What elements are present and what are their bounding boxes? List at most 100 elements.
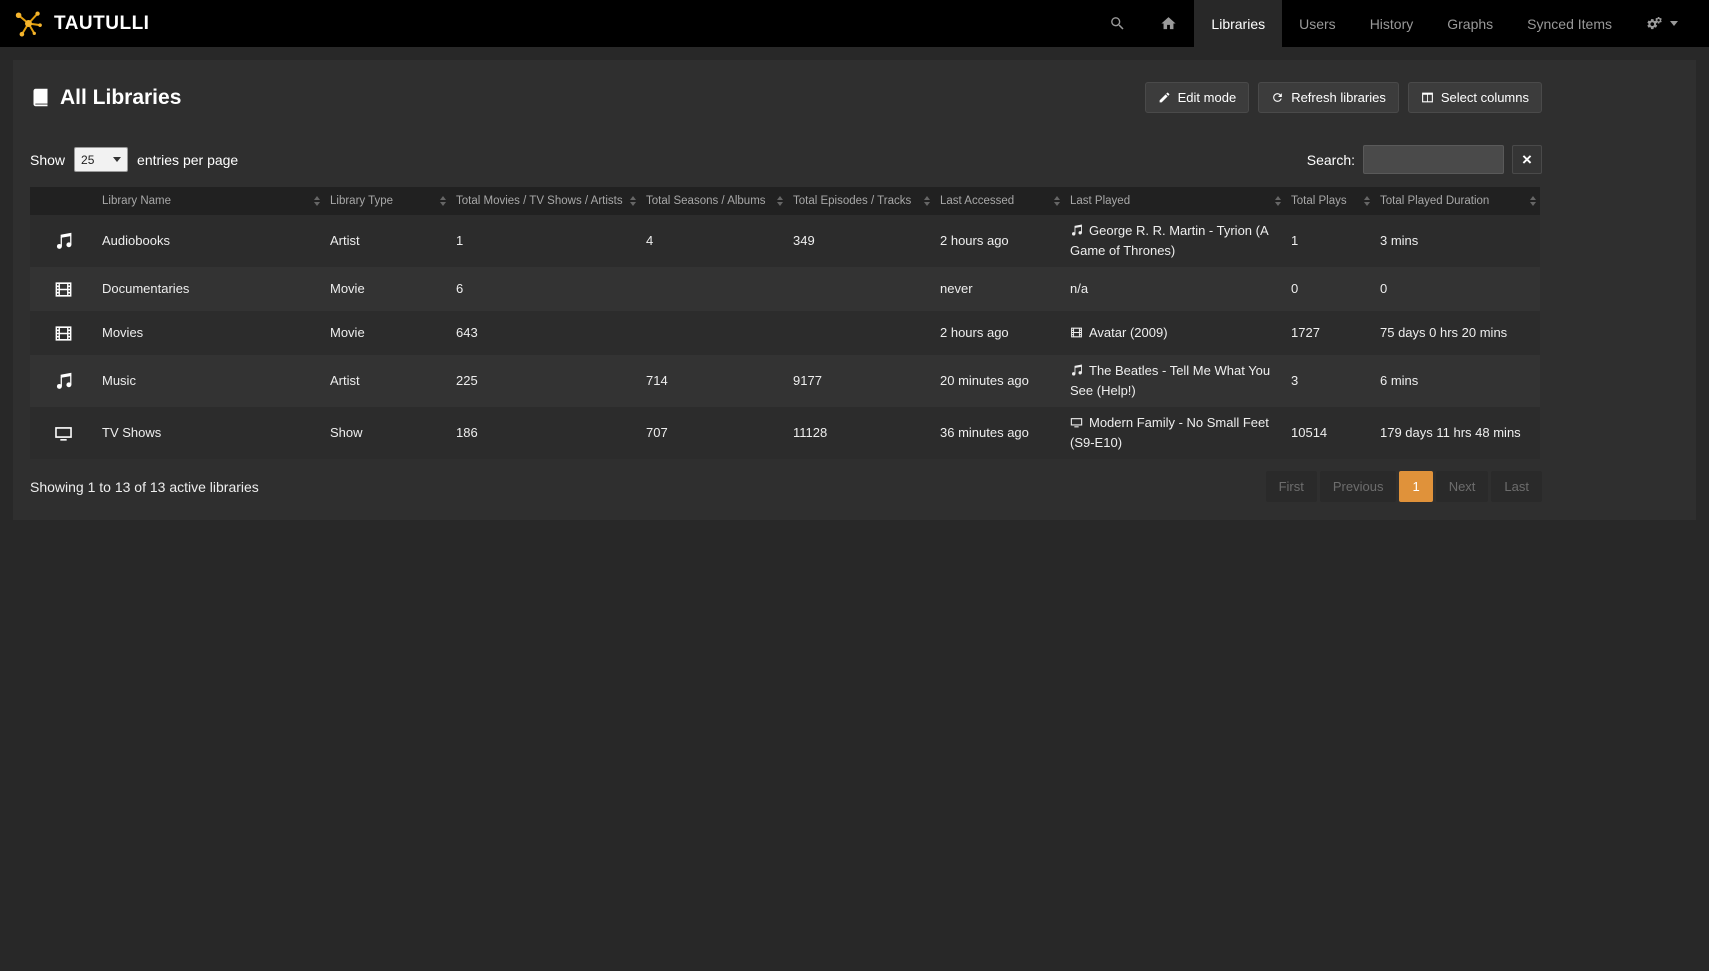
- table-row: MusicArtist225714917720 minutes agoThe B…: [30, 355, 1540, 407]
- edit-mode-button[interactable]: Edit mode: [1145, 82, 1250, 113]
- last-accessed: 36 minutes ago: [934, 407, 1064, 459]
- book-icon: [30, 87, 51, 108]
- page-button-next[interactable]: Next: [1436, 471, 1489, 502]
- column-header-2[interactable]: Total Movies / TV Shows / Artists: [450, 187, 640, 215]
- chevron-down-icon: [113, 157, 121, 162]
- total-seasons-text: 707: [646, 425, 668, 440]
- total-seasons: [640, 267, 787, 311]
- sort-icon: [314, 196, 320, 206]
- total-duration-text: 0: [1380, 281, 1387, 296]
- total-plays-text: 0: [1291, 281, 1298, 296]
- page-title: All Libraries: [30, 86, 181, 110]
- refresh-icon: [1271, 91, 1284, 104]
- select-columns-label: Select columns: [1441, 90, 1529, 105]
- sort-icon: [1530, 196, 1536, 206]
- search-icon: [1109, 15, 1126, 32]
- library-name-text: Movies: [102, 325, 143, 340]
- last-played-text: The Beatles - Tell Me What You See (Help…: [1070, 363, 1270, 398]
- column-header-8[interactable]: Total Played Duration: [1374, 187, 1540, 215]
- music-icon: [54, 233, 73, 248]
- total-episodes: [787, 267, 934, 311]
- column-header-label: Library Name: [102, 195, 171, 207]
- last-played-cell[interactable]: Modern Family - No Small Feet (S9-E10): [1064, 407, 1285, 459]
- nav-item-users[interactable]: Users: [1282, 0, 1353, 47]
- top-navbar: TAUTULLI LibrariesUsersHistoryGraphsSync…: [0, 0, 1709, 47]
- library-name[interactable]: Documentaries: [96, 267, 324, 311]
- library-name[interactable]: Movies: [96, 311, 324, 355]
- refresh-libraries-label: Refresh libraries: [1291, 90, 1386, 105]
- table-row: MoviesMovie6432 hours agoAvatar (2009)17…: [30, 311, 1540, 355]
- sort-icon: [924, 196, 930, 206]
- total-seasons-text: 4: [646, 233, 653, 248]
- select-columns-button[interactable]: Select columns: [1408, 82, 1542, 113]
- total-items-text: 1: [456, 233, 463, 248]
- page-size-select[interactable]: 25: [74, 147, 128, 172]
- column-header-7[interactable]: Total Plays: [1285, 187, 1374, 215]
- last-played-cell[interactable]: The Beatles - Tell Me What You See (Help…: [1064, 355, 1285, 407]
- last-played-cell[interactable]: Avatar (2009): [1064, 311, 1285, 355]
- brand[interactable]: TAUTULLI: [12, 0, 149, 47]
- nav-item-graphs[interactable]: Graphs: [1430, 0, 1510, 47]
- total-duration: 75 days 0 hrs 20 mins: [1374, 311, 1540, 355]
- total-seasons-text: 714: [646, 373, 668, 388]
- search-input[interactable]: [1363, 145, 1504, 174]
- total-plays-text: 3: [1291, 373, 1298, 388]
- library-name[interactable]: TV Shows: [96, 407, 324, 459]
- page-length-control: Show 25 entries per page: [30, 147, 238, 172]
- table-row: AudiobooksArtist143492 hours agoGeorge R…: [30, 215, 1540, 267]
- page-button-previous[interactable]: Previous: [1320, 471, 1397, 502]
- clear-search-button[interactable]: ×: [1512, 145, 1542, 174]
- library-type-text: Show: [330, 425, 363, 440]
- nav-settings-button[interactable]: [1629, 0, 1695, 47]
- page-button-last[interactable]: Last: [1491, 471, 1542, 502]
- nav-item-history[interactable]: History: [1353, 0, 1431, 47]
- column-header-3[interactable]: Total Seasons / Albums: [640, 187, 787, 215]
- tv-icon: [54, 425, 73, 440]
- last-accessed: 2 hours ago: [934, 311, 1064, 355]
- nav-item-synced-items[interactable]: Synced Items: [1510, 0, 1629, 47]
- page-button-first[interactable]: First: [1266, 471, 1317, 502]
- refresh-libraries-button[interactable]: Refresh libraries: [1258, 82, 1399, 113]
- library-type: Show: [324, 407, 450, 459]
- total-items-text: 225: [456, 373, 478, 388]
- nav-item-libraries[interactable]: Libraries: [1194, 0, 1282, 47]
- column-header-1[interactable]: Library Type: [324, 187, 450, 215]
- column-header-label: Total Plays: [1291, 195, 1347, 207]
- page-button-1[interactable]: 1: [1399, 471, 1432, 502]
- library-name[interactable]: Music: [96, 355, 324, 407]
- sort-icon: [1275, 196, 1281, 206]
- total-items-text: 186: [456, 425, 478, 440]
- last-played-text: Avatar (2009): [1089, 325, 1168, 340]
- column-header-6[interactable]: Last Played: [1064, 187, 1285, 215]
- tautulli-logo: [12, 7, 45, 40]
- columns-icon: [1421, 91, 1434, 104]
- total-plays: 0: [1285, 267, 1374, 311]
- column-header-label: Library Type: [330, 195, 393, 207]
- total-plays: 1727: [1285, 311, 1374, 355]
- column-header-5[interactable]: Last Accessed: [934, 187, 1064, 215]
- last-accessed: 2 hours ago: [934, 215, 1064, 267]
- film-icon: [54, 325, 73, 340]
- sort-icon: [630, 196, 636, 206]
- column-header-label: Total Episodes / Tracks: [793, 195, 911, 207]
- total-duration: 179 days 11 hrs 48 mins: [1374, 407, 1540, 459]
- nav-search-button[interactable]: [1092, 0, 1143, 47]
- sort-icon: [777, 196, 783, 206]
- last-played-cell[interactable]: George R. R. Martin - Tyrion (A Game of …: [1064, 215, 1285, 267]
- table-row: TV ShowsShow1867071112836 minutes agoMod…: [30, 407, 1540, 459]
- nav-right: LibrariesUsersHistoryGraphsSynced Items: [1092, 0, 1695, 47]
- total-duration-text: 3 mins: [1380, 233, 1418, 248]
- column-header-4[interactable]: Total Episodes / Tracks: [787, 187, 934, 215]
- page-title-text: All Libraries: [60, 86, 181, 110]
- last-played-cell[interactable]: n/a: [1064, 267, 1285, 311]
- total-items: 186: [450, 407, 640, 459]
- pagination: FirstPrevious1NextLast: [1266, 471, 1542, 502]
- total-plays: 1: [1285, 215, 1374, 267]
- show-label: Show: [30, 152, 65, 168]
- total-episodes: [787, 311, 934, 355]
- gear-icon: [1646, 15, 1663, 32]
- nav-home-button[interactable]: [1143, 0, 1194, 47]
- library-name[interactable]: Audiobooks: [96, 215, 324, 267]
- column-header-0[interactable]: Library Name: [96, 187, 324, 215]
- last-played-text: Modern Family - No Small Feet (S9-E10): [1070, 415, 1269, 450]
